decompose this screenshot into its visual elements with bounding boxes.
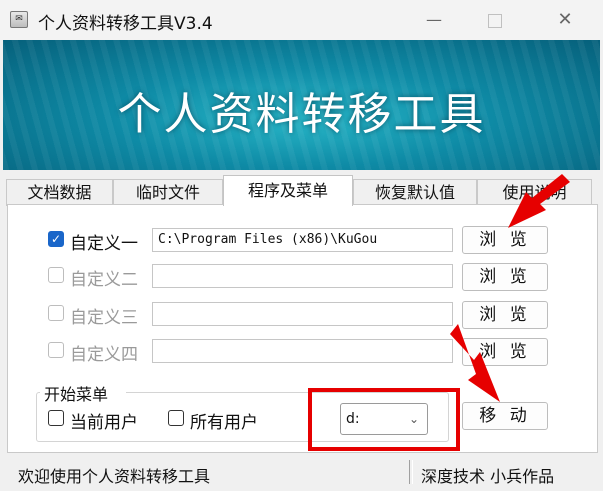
status-separator (409, 460, 413, 484)
custom1-path-input[interactable]: C:\Program Files (x86)\KuGou (152, 228, 453, 252)
tab-temp-files[interactable]: 临时文件 (113, 179, 223, 206)
current-user-checkbox[interactable] (48, 410, 64, 426)
custom4-label: 自定义四 (70, 345, 138, 365)
maximize-icon (488, 13, 502, 28)
custom4-path-input[interactable] (152, 339, 453, 363)
window-title: 个人资料转移工具V3.4 (38, 14, 213, 34)
custom3-path-input[interactable] (152, 302, 453, 326)
annotation-highlight-box (308, 388, 460, 451)
banner-title: 个人资料转移工具 (117, 89, 486, 140)
start-menu-group-title: 开始菜单 (44, 385, 109, 404)
banner: 个人资料转移工具 (3, 40, 600, 170)
status-welcome: 欢迎使用个人资料转移工具 (18, 467, 211, 486)
tab-documents[interactable]: 文档数据 (6, 179, 113, 206)
status-author: 深度技术 小兵作品 (421, 467, 555, 486)
tab-restore-defaults[interactable]: 恢复默认值 (353, 179, 477, 206)
all-users-label: 所有用户 (190, 413, 258, 433)
title-bar: ✉ 个人资料转移工具V3.4 — ✕ (0, 0, 603, 40)
maximize-button (472, 0, 518, 40)
app-icon: ✉ (10, 11, 28, 28)
close-button[interactable]: ✕ (542, 0, 588, 40)
all-users-checkbox[interactable] (168, 410, 184, 426)
custom3-checkbox[interactable] (48, 305, 64, 321)
custom1-checkbox[interactable]: ✓ (48, 231, 64, 247)
minimize-button[interactable]: — (411, 0, 457, 40)
current-user-label: 当前用户 (70, 413, 138, 433)
custom4-checkbox[interactable] (48, 342, 64, 358)
app-window: ✉ 个人资料转移工具V3.4 — ✕ 个人资料转移工具 文档数据 临时文件 程序… (0, 0, 603, 491)
annotation-arrow-icon (450, 324, 500, 402)
tab-programs-menu[interactable]: 程序及菜单 (223, 175, 353, 206)
custom2-path-input[interactable] (152, 264, 453, 288)
custom2-label: 自定义二 (70, 270, 138, 290)
custom2-browse-button[interactable]: 浏 览 (462, 263, 548, 291)
status-bar: 欢迎使用个人资料转移工具 深度技术 小兵作品 (0, 453, 603, 491)
custom2-checkbox[interactable] (48, 267, 64, 283)
custom1-label: 自定义一 (70, 234, 138, 254)
annotation-arrow-icon (508, 174, 570, 228)
custom3-label: 自定义三 (70, 308, 138, 328)
